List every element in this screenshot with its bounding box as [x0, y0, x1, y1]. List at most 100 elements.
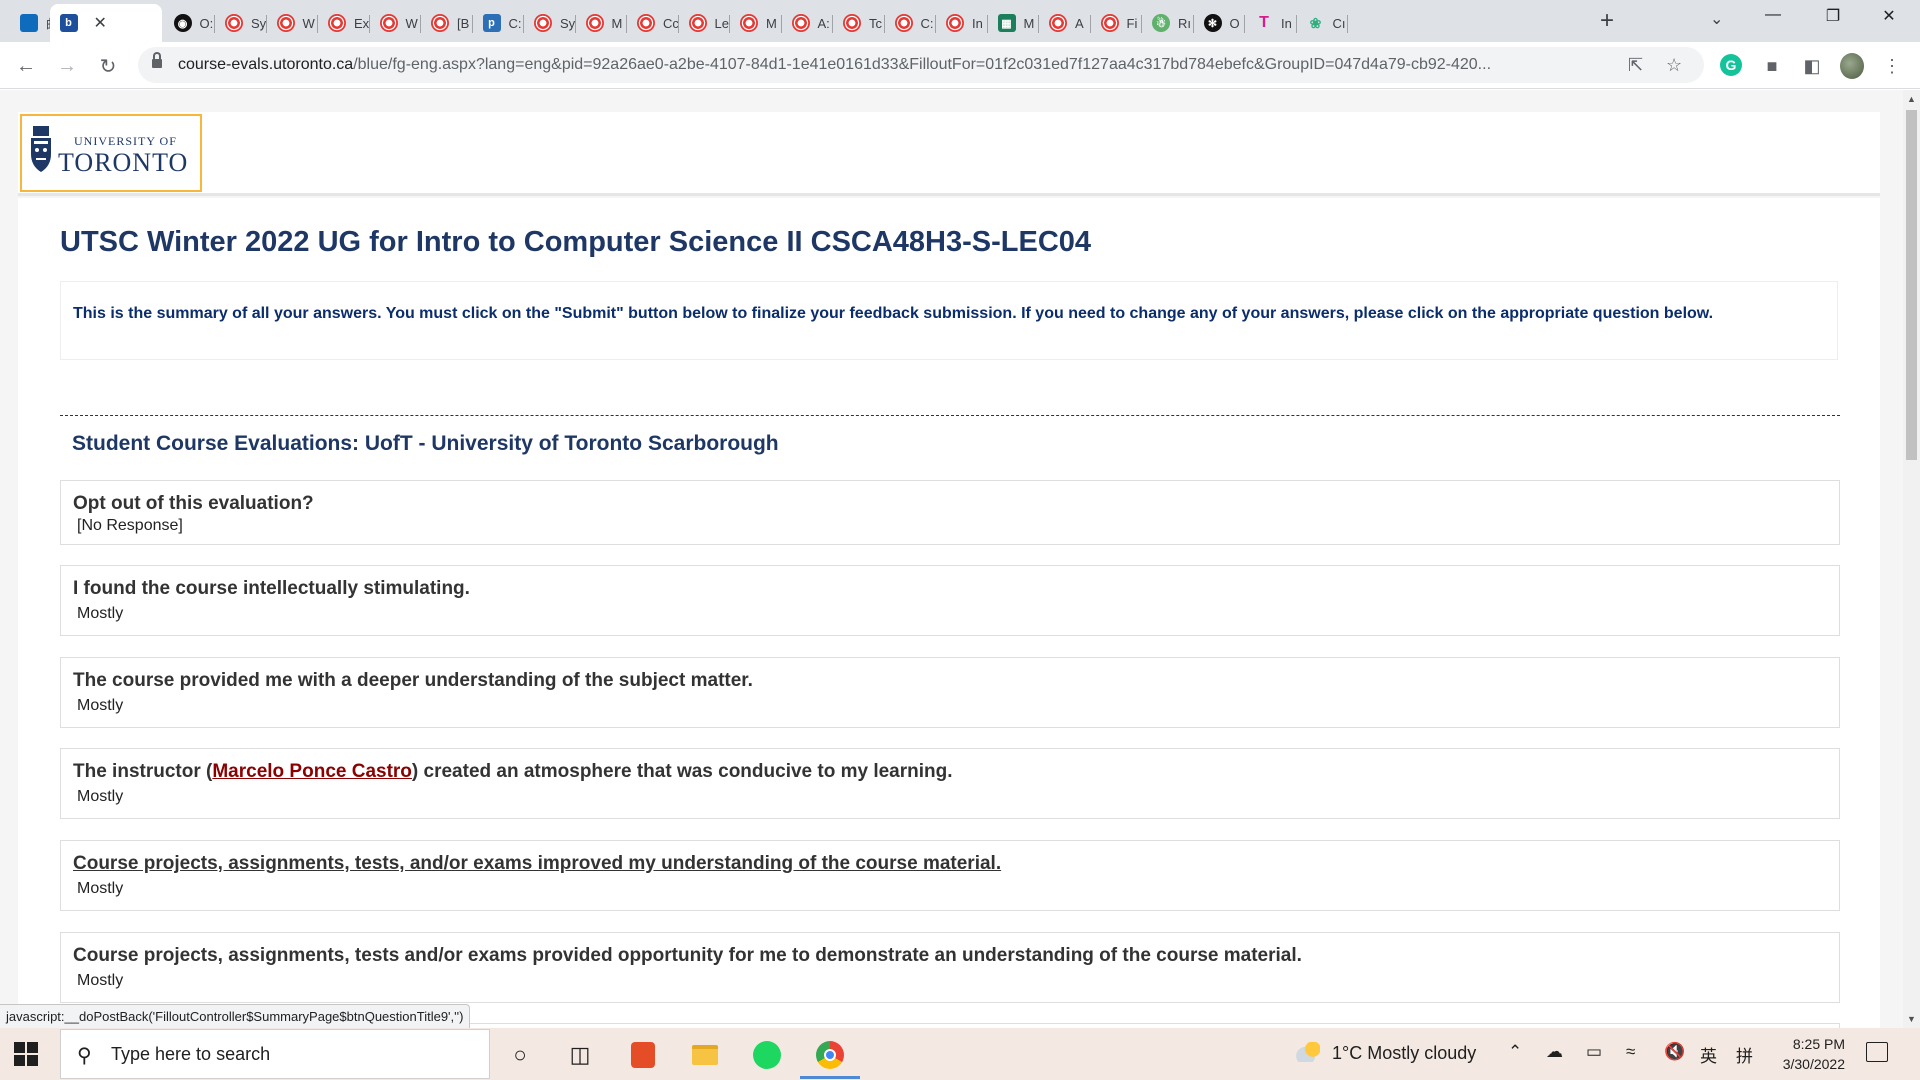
- grammarly-icon[interactable]: G: [1720, 54, 1742, 76]
- browser-tab[interactable]: M: [730, 4, 782, 42]
- url-text[interactable]: course-evals.utoronto.ca/blue/fg-eng.asp…: [178, 56, 1588, 74]
- url-host: course-evals.utoronto.ca: [178, 56, 354, 73]
- uoft-icon: [1100, 14, 1119, 32]
- task-view-icon[interactable]: ◫: [565, 1040, 595, 1070]
- input-language-indicator[interactable]: 英: [1700, 1042, 1717, 1067]
- page-scrollbar[interactable]: ▲ ▼: [1903, 90, 1920, 1028]
- tab-label: Fi: [1126, 15, 1138, 31]
- forward-icon[interactable]: →: [53, 52, 81, 80]
- question-card[interactable]: The instructor (Marcelo Ponce Castro) cr…: [60, 748, 1840, 819]
- browser-tab[interactable]: p C:: [473, 4, 524, 42]
- question-title[interactable]: Course projects, assignments, tests and/…: [73, 945, 1302, 967]
- browser-tab[interactable]: A:: [782, 4, 833, 42]
- question-title-hovered[interactable]: Course projects, assignments, tests, and…: [73, 853, 1001, 875]
- browser-tab[interactable]: ◉ O:: [164, 4, 215, 42]
- reload-icon[interactable]: ↻: [94, 52, 122, 80]
- question-card[interactable]: Course projects, assignments, tests, and…: [60, 840, 1840, 911]
- volume-muted-icon[interactable]: 🔇: [1664, 1042, 1685, 1062]
- question-card[interactable]: The course provided me with a deeper und…: [60, 657, 1840, 728]
- bookmark-star-icon[interactable]: ☆: [1666, 55, 1682, 76]
- question-title[interactable]: The instructor (Marcelo Ponce Castro) cr…: [73, 761, 953, 783]
- lock-icon[interactable]: [152, 52, 162, 69]
- browser-tab[interactable]: Ex: [318, 4, 370, 42]
- browser-tab[interactable]: Tc: [833, 4, 885, 42]
- instructor-link[interactable]: Marcelo Ponce Castro: [212, 761, 412, 782]
- clock-time: 8:25 PM: [1792, 1036, 1845, 1052]
- browser-tab[interactable]: Cc: [627, 4, 679, 42]
- tab-separator: [1347, 15, 1348, 33]
- file-explorer-icon[interactable]: [690, 1040, 720, 1070]
- question-card[interactable]: I found the course intellectually stimul…: [60, 565, 1840, 636]
- taskbar-search-input[interactable]: ⚲ Type here to search: [60, 1029, 490, 1079]
- tab-label: C:: [920, 15, 934, 31]
- browser-tab[interactable]: ☃ Rı: [1142, 4, 1194, 42]
- question-title[interactable]: The course provided me with a deeper und…: [73, 670, 753, 692]
- browser-tab[interactable]: Sy: [524, 4, 576, 42]
- scrollbar-thumb[interactable]: [1906, 110, 1917, 460]
- browser-tab[interactable]: W: [370, 4, 421, 42]
- browser-tab[interactable]: C:: [885, 4, 936, 42]
- onedrive-cloud-icon[interactable]: ☁: [1546, 1042, 1563, 1062]
- uoft-icon: [276, 14, 295, 32]
- scroll-down-icon[interactable]: ▼: [1907, 1014, 1916, 1024]
- restore-button[interactable]: ❐: [1810, 6, 1856, 26]
- taskbar-clock[interactable]: 8:25 PM 3/30/2022: [1770, 1034, 1845, 1074]
- tab-search-icon[interactable]: ⌄: [1710, 9, 1723, 29]
- tab-label: Tc: [869, 15, 882, 31]
- tab-close-icon[interactable]: ✕: [94, 13, 107, 33]
- browser-tab[interactable]: W: [267, 4, 318, 42]
- active-app-indicator: [800, 1076, 860, 1079]
- tray-chevron-up-icon[interactable]: ⌃: [1508, 1042, 1522, 1062]
- tab-label: Cı: [1332, 15, 1346, 31]
- battery-icon[interactable]: ▭: [1586, 1042, 1602, 1062]
- menu-kebab-icon[interactable]: ⋮: [1880, 54, 1904, 78]
- question-card[interactable]: Opt out of this evaluation? [No Response…: [60, 480, 1840, 545]
- main-content: UTSC Winter 2022 UG for Intro to Compute…: [18, 198, 1880, 1028]
- wifi-icon[interactable]: ≈: [1626, 1042, 1635, 1062]
- uoft-logo[interactable]: UNIVERSITY OF TORONTO: [20, 114, 202, 192]
- browser-tab[interactable]: A: [1039, 4, 1091, 42]
- tab-label: Sy: [560, 15, 576, 31]
- tab-label: A: [1075, 15, 1084, 31]
- site-header: UNIVERSITY OF TORONTO: [18, 112, 1880, 196]
- extensions-puzzle-icon[interactable]: ■: [1760, 54, 1784, 78]
- question-answer: Mostly: [77, 972, 124, 989]
- weather-text: 1°C Mostly cloudy: [1332, 1043, 1477, 1063]
- office-app-icon[interactable]: [628, 1040, 658, 1070]
- browser-tab[interactable]: ▦ M: [988, 4, 1039, 42]
- browser-tab[interactable]: [B: [421, 4, 473, 42]
- browser-tab[interactable]: ✻ O: [1194, 4, 1245, 42]
- ime-mode-indicator[interactable]: 拼: [1736, 1042, 1753, 1067]
- back-icon[interactable]: ←: [12, 52, 40, 80]
- scroll-up-icon[interactable]: ▲: [1907, 94, 1916, 104]
- side-panel-icon[interactable]: ◧: [1800, 54, 1824, 78]
- spotify-icon[interactable]: [752, 1040, 782, 1070]
- chrome-taskbar-icon[interactable]: [815, 1040, 845, 1070]
- search-placeholder: Type here to search: [111, 1044, 271, 1064]
- minimize-button[interactable]: —: [1750, 6, 1796, 24]
- browser-tab[interactable]: b ✕: [49, 4, 162, 42]
- browser-tab[interactable]: M: [576, 4, 627, 42]
- tab-label: Ex: [354, 15, 370, 31]
- windows-start-icon[interactable]: [14, 1042, 38, 1066]
- weather-widget[interactable]: 1°C Mostly cloudy: [1296, 1042, 1476, 1064]
- piazza-icon: p: [482, 14, 501, 32]
- browser-tab[interactable]: Fi: [1091, 4, 1142, 42]
- question-title[interactable]: I found the course intellectually stimul…: [73, 578, 470, 600]
- question-title-pre: The instructor (: [73, 761, 213, 782]
- notification-center-icon[interactable]: [1866, 1042, 1888, 1062]
- browser-tab[interactable]: ❀ Cı: [1297, 4, 1348, 42]
- leaf-icon: ❀: [1309, 14, 1322, 31]
- new-tab-button[interactable]: +: [1600, 8, 1614, 34]
- address-bar[interactable]: course-evals.utoronto.ca/blue/fg-eng.asp…: [138, 47, 1704, 83]
- profile-avatar[interactable]: [1840, 53, 1864, 79]
- question-title[interactable]: Opt out of this evaluation?: [73, 493, 314, 515]
- close-window-button[interactable]: ✕: [1866, 6, 1912, 26]
- question-card[interactable]: Course projects, assignments, tests and/…: [60, 932, 1840, 1003]
- browser-tab[interactable]: Le: [679, 4, 730, 42]
- browser-tab[interactable]: In: [936, 4, 988, 42]
- share-icon[interactable]: ⇱: [1628, 55, 1643, 76]
- browser-tab[interactable]: T In: [1245, 4, 1297, 42]
- cortana-icon[interactable]: ○: [505, 1040, 535, 1070]
- browser-tab[interactable]: Sy: [215, 4, 267, 42]
